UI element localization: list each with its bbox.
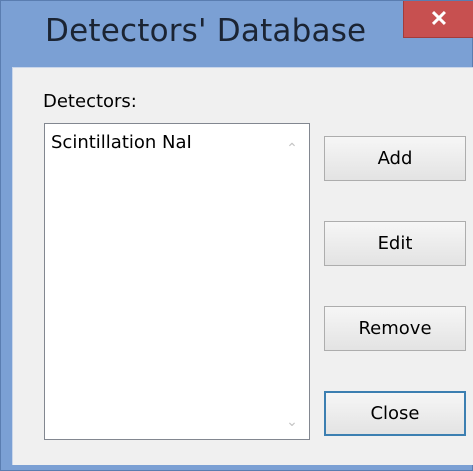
close-button[interactable]: Close	[324, 391, 466, 436]
titlebar[interactable]: Detectors' Database ✕	[1, 1, 473, 67]
add-button[interactable]: Add	[324, 136, 466, 181]
detectors-listbox[interactable]: Scintillation NaI ⌃ ⌄	[44, 123, 310, 440]
detectors-label: Detectors:	[43, 91, 137, 112]
window-title: Detectors' Database	[45, 13, 367, 49]
list-item[interactable]: Scintillation NaI	[51, 132, 192, 153]
edit-button[interactable]: Edit	[324, 221, 466, 266]
dialog-body: Detectors: Scintillation NaI ⌃ ⌄ Add Edi…	[12, 67, 473, 465]
chevron-up-icon[interactable]: ⌃	[281, 138, 303, 158]
close-icon[interactable]: ✕	[403, 1, 473, 38]
remove-button[interactable]: Remove	[324, 306, 466, 351]
dialog-window: Detectors' Database ✕ Detectors: Scintil…	[0, 0, 473, 471]
chevron-down-icon[interactable]: ⌄	[281, 411, 303, 431]
